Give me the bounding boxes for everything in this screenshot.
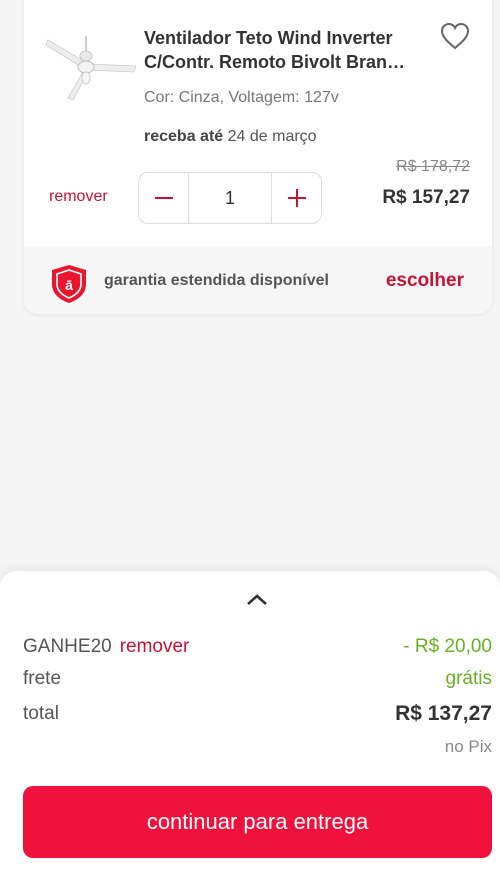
delivery-estimate: receba até 24 de março: [144, 128, 317, 146]
coupon-discount: - R$ 20,00: [403, 636, 492, 657]
warranty-text: garantia estendida disponível: [104, 272, 329, 289]
payment-note: no Pix: [444, 737, 492, 756]
increase-quantity-button[interactable]: [271, 173, 321, 223]
cart-item-card: Ventilador Teto Wind Inverter C/Contr. R…: [24, 0, 492, 314]
decrease-quantity-button[interactable]: [139, 173, 189, 223]
order-summary-sheet: GANHE20 remover - R$ 20,00 frete grátis t…: [0, 571, 500, 871]
shipping-row: frete grátis: [23, 666, 492, 692]
remove-item-button[interactable]: remover: [49, 188, 108, 206]
remove-coupon-button[interactable]: remover: [120, 636, 190, 657]
delivery-label: receba até: [144, 128, 224, 145]
coupon-row: GANHE20 remover - R$ 20,00: [23, 634, 492, 660]
delivery-date: 24 de março: [227, 128, 317, 145]
choose-warranty-button[interactable]: escolher: [386, 270, 464, 292]
shipping-label: frete: [23, 668, 62, 689]
chevron-up-icon[interactable]: [244, 589, 270, 611]
plus-icon: [287, 189, 306, 207]
minus-icon: [154, 197, 173, 199]
svg-text:ā: ā: [65, 277, 73, 293]
total-row: total R$ 137,27: [23, 701, 492, 727]
continue-to-delivery-button[interactable]: continuar para entrega: [23, 786, 492, 858]
quantity-value[interactable]: 1: [189, 173, 271, 223]
warranty-bar: ā garantia estendida disponível escolher: [24, 246, 492, 314]
product-thumbnail[interactable]: [45, 36, 138, 106]
total-label: total: [23, 703, 59, 724]
product-title[interactable]: Ventilador Teto Wind Inverter C/Contr. R…: [144, 26, 434, 74]
shipping-value: grátis: [445, 668, 492, 689]
current-price: R$ 157,27: [382, 187, 470, 208]
original-price: R$ 178,72: [396, 158, 470, 175]
shield-icon: ā: [50, 264, 88, 304]
coupon-code: GANHE20: [23, 636, 112, 657]
total-value: R$ 137,27: [395, 702, 492, 725]
ceiling-fan-icon: [45, 36, 137, 101]
heart-icon[interactable]: [440, 22, 470, 50]
quantity-stepper: 1: [138, 172, 322, 224]
product-variant: Cor: Cinza, Voltagem: 127v: [144, 89, 339, 106]
